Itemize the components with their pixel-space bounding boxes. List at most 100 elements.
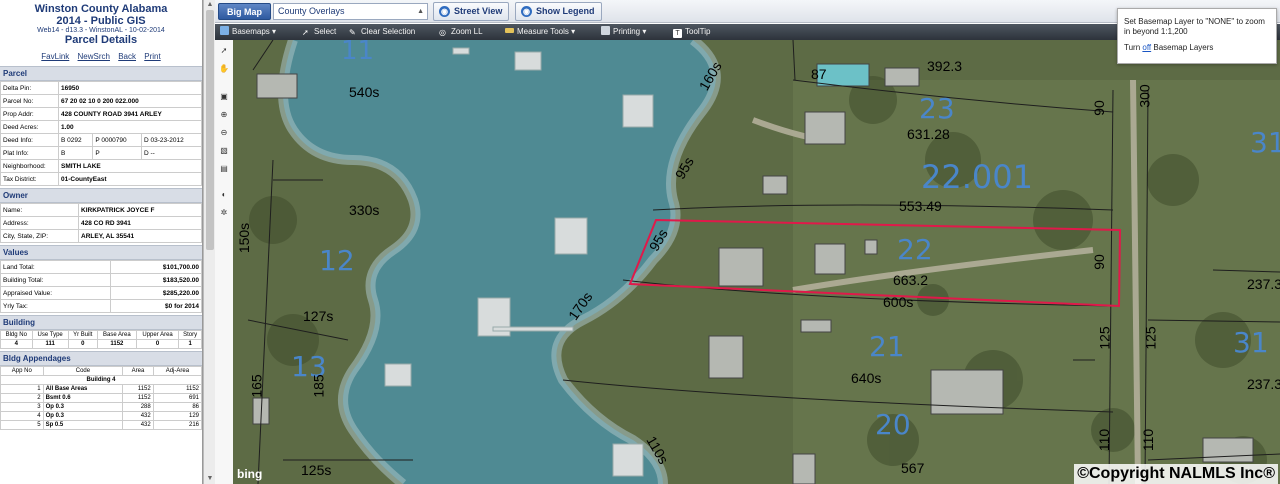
turn-off-basemap-link[interactable]: off [1142,43,1151,52]
parcel-no-value: 67 20 02 10 0 200 022.000 [58,94,202,108]
zoom-box-icon[interactable]: ▧ [219,146,229,156]
dimension-label: 631.28 [907,126,950,142]
app-no-cell: 5 [0,420,44,430]
table-row: 1 All Base Areas 1152 1152 [0,384,202,394]
select-label: Select [314,27,337,36]
zoom-ll-tool[interactable]: ◎ Zoom LL [439,26,483,38]
basemaps-menu[interactable]: Basemaps ▾ [220,26,276,38]
owner-csz-label: City, State, ZIP: [0,229,79,243]
scrollbar-thumb[interactable] [206,10,214,250]
dimension-label: 237.31 [1247,376,1280,392]
parcel-section-title: Parcel [0,66,202,81]
tip-turn-line: Turn off Basemap Layers [1124,43,1270,53]
tooltip-tool[interactable]: T ToolTip [673,26,711,38]
back-link[interactable]: Back [118,52,136,61]
version-text: Web14 - d13.3 - WinstonAL - 10-02-2014 [37,27,165,34]
upper-area-cell: 0 [135,339,180,349]
building-total-label: Building Total: [0,273,111,287]
refresh-icon[interactable]: ◐ [219,190,229,200]
owner-section-title: Owner [0,188,202,203]
owner-address-value: 428 CO RD 3941 [78,216,202,230]
scroll-up-icon[interactable]: ▲ [206,1,214,9]
yearly-tax-value: $0 for 2014 [110,299,202,313]
printing-menu[interactable]: Printing ▾ [601,26,646,38]
code-cell: Bsmt 0.6 [42,393,124,403]
parcel-no-label: Parcel No: [0,94,59,108]
yr-built-cell: 0 [67,339,98,349]
land-total-label: Land Total: [0,260,111,274]
appendages-table: App No Code Area Adj-Area Building 4 1 Al… [0,366,202,430]
tip-text: Set Basemap Layer to "NONE" to zoom in b… [1124,17,1265,36]
layers-icon[interactable]: ▤ [219,164,229,174]
select-tool[interactable]: ➚ Select [302,26,336,38]
show-legend-label: Show Legend [536,6,595,16]
pointer-tool-icon[interactable]: ➚ [219,46,229,56]
appraised-value: $285,220.00 [110,286,202,300]
values-table: Land Total: $101,700.00 Building Total: $1… [0,260,202,313]
eraser-icon: ✎ [349,28,356,37]
zoom-in-icon[interactable]: ⊕ [219,110,229,120]
dimension-label: 90 [1090,100,1107,116]
app-no-cell: 3 [0,402,44,412]
dimension-label: 237.3 [1247,276,1280,292]
appraised-label: Appraised Value: [0,286,111,300]
show-legend-button[interactable]: ◉ Show Legend [515,2,602,21]
printing-label: Printing [613,27,641,36]
measure-tools-label: Measure Tools [517,27,569,36]
settings-icon[interactable]: ✲ [219,208,229,218]
overlay-select[interactable]: County Overlays ▲ [273,3,428,20]
table-row: 5 Sp 0.5 432 216 [0,420,202,430]
area-cell: 432 [122,411,154,421]
plat-info-label: Plat Info: [0,146,59,160]
panel-title: Parcel Details [64,34,138,46]
street-view-label: Street View [454,6,503,16]
app-no-cell: 1 [0,384,44,394]
parcel-number-label: 11 [341,40,375,66]
printer-icon [601,26,610,35]
dimension-label: 110 [1096,428,1113,452]
deed-info-label: Deed Info: [0,133,59,147]
plat-book: B [57,146,94,160]
overlay-select-value: County Overlays [278,6,345,16]
values-section-title: Values [0,245,202,260]
dimension-label: 567 [901,460,925,476]
basemaps-label: Basemaps [232,27,270,36]
deed-page: P 0000790 [92,133,143,147]
dimension-label: 640s [851,370,882,386]
plat-date: D -- [141,146,202,160]
zoom-out-icon[interactable]: ⊖ [219,128,229,138]
tax-district-label: Tax District: [0,172,59,186]
panel-scrollbar[interactable]: ▲ ▼ [203,0,215,484]
newsrch-link[interactable]: NewSrch [78,52,110,61]
appendages-group: Building 4 [0,375,202,385]
table-row: 4 Op 0.3 432 129 [0,411,202,421]
map-view[interactable]: 11 23 22.001 22 12 13 21 20 31 31 540s 1… [233,40,1280,484]
pan-tool-icon[interactable]: ✋ [219,64,229,74]
app-no-cell: 2 [0,393,44,403]
appendages-section-title: Bldg Appendages [0,351,202,366]
owner-address-label: Address: [0,216,79,230]
full-extent-icon[interactable]: ▣ [219,92,229,102]
street-view-button[interactable]: ◉ Street View [433,2,510,21]
print-link[interactable]: Print [144,52,160,61]
story-header: Story [178,330,202,340]
neighborhood-label: Neighborhood: [0,159,59,173]
clear-selection-tool[interactable]: ✎ Clear Selection [349,26,415,38]
map-canvas[interactable] [233,40,1280,484]
measure-tools-menu[interactable]: Measure Tools ▾ [505,26,575,38]
land-total-value: $101,700.00 [110,260,202,274]
legend-icon: ◉ [521,6,532,17]
base-area-cell: 1152 [96,339,137,349]
scroll-down-icon[interactable]: ▼ [206,475,214,483]
area-cell: 288 [122,402,154,412]
app-no-header: App No [0,366,44,376]
tip-turn-text: Turn [1124,43,1141,52]
area-cell: 1152 [122,384,154,394]
favlink-link[interactable]: FavLink [41,52,69,61]
tax-district-value: 01-CountyEast [58,172,202,186]
adj-area-cell: 216 [152,420,202,430]
owner-name-label: Name: [0,203,79,217]
table-row: 2 Bsmt 0.6 1152 691 [0,393,202,403]
yr-built-header: Yr Built [67,330,98,340]
big-map-button[interactable]: Big Map [218,3,271,20]
